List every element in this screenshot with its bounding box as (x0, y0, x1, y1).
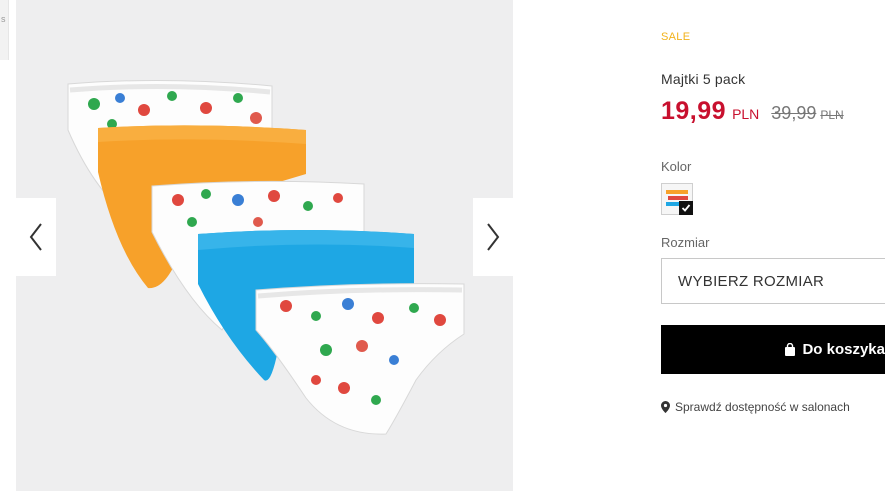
map-pin-icon (661, 401, 670, 413)
color-label: Kolor (661, 159, 692, 174)
gallery-next-button[interactable] (473, 198, 513, 276)
add-to-cart-label: Do koszyka (802, 341, 885, 358)
chevron-right-icon (487, 223, 500, 251)
old-price-currency: PLN (820, 108, 844, 122)
chevron-left-icon (29, 223, 42, 251)
thumbnail-strip[interactable]: s (0, 0, 9, 60)
product-details: SALE Majtki 5 pack 19,99 PLN 39,99 PLN Kolo… (661, 0, 885, 491)
store-availability-label: Sprawdź dostępność w salonach (675, 400, 850, 414)
price-block: 19,99 PLN 39,99 PLN (661, 97, 844, 126)
size-select-placeholder: WYBIERZ ROZMIAR (678, 272, 825, 290)
current-price-currency: PLN (732, 106, 760, 122)
current-price: 19,99 (661, 97, 727, 125)
gallery-prev-button[interactable] (16, 198, 56, 276)
product-image (67, 79, 465, 435)
sale-badge: SALE (661, 31, 691, 43)
check-icon (679, 201, 693, 215)
store-availability-link[interactable]: Sprawdź dostępność w salonach (661, 400, 850, 414)
old-price: 39,99 (771, 103, 817, 123)
product-name: Majtki 5 pack (661, 71, 746, 87)
shopping-bag-icon (784, 343, 796, 356)
size-label: Rozmiar (661, 235, 710, 250)
color-swatch[interactable] (661, 183, 693, 215)
brief-print-3 (255, 283, 465, 435)
add-to-cart-button[interactable]: Do koszyka (661, 325, 885, 374)
product-image-gallery (16, 0, 513, 491)
size-select[interactable]: WYBIERZ ROZMIAR (661, 258, 885, 304)
thumbnail-strip-glyph: s (1, 14, 6, 24)
